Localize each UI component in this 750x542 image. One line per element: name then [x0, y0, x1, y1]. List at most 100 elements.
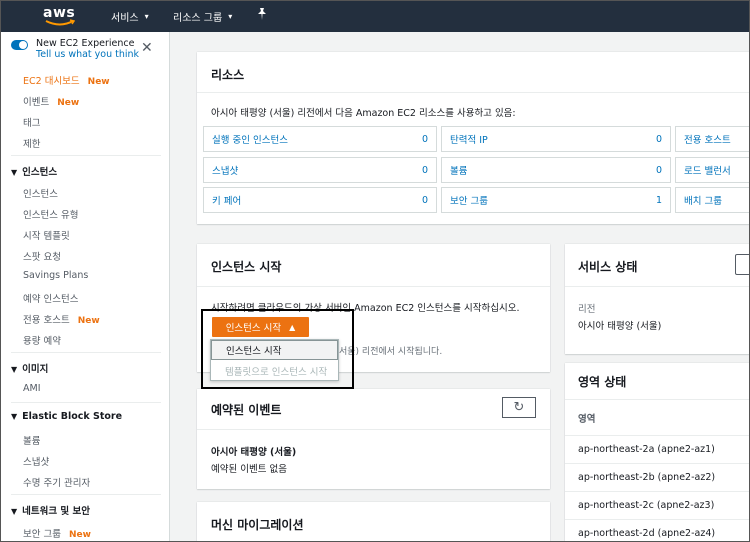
- resource-count: 0: [655, 133, 662, 145]
- resource-dedicated-hosts[interactable]: 전용 호스트: [675, 126, 749, 152]
- table-row: ap-northeast-2a (apne2-az1): [565, 435, 749, 463]
- zone-name: ap-northeast-2a (apne2-az1): [578, 444, 715, 455]
- zone-name: ap-northeast-2d (apne2-az4): [578, 528, 716, 539]
- resource-label: 실행 중인 인스턴스: [212, 135, 288, 146]
- close-icon[interactable]: ✕: [141, 40, 153, 56]
- resource-label: 로드 밸런서: [684, 166, 731, 177]
- sidebar-item-snapshots[interactable]: 스냅샷: [23, 454, 49, 468]
- zone-status-title: 영역 상태: [578, 375, 627, 389]
- sidebar-item-label: AMI: [23, 383, 41, 394]
- sidebar-item-tags[interactable]: 태그: [23, 115, 40, 129]
- resource-key-pairs[interactable]: 키 페어 0: [203, 187, 437, 213]
- resource-groups-menu[interactable]: 리소스 그룹 ▾: [173, 9, 232, 24]
- region-label: 리전: [578, 304, 596, 315]
- divider: [565, 399, 749, 400]
- sidebar-item-label: 수명 주기 관리자: [23, 478, 91, 489]
- sidebar: New EC2 Experience Tell us what you thin…: [1, 32, 170, 541]
- resource-volumes[interactable]: 볼륨 0: [441, 157, 671, 183]
- resources-description: 아시아 태평양 (서울) 리전에서 다음 Amazon EC2 리소스를 사용하…: [211, 108, 516, 119]
- resource-count: 0: [655, 164, 662, 176]
- table-row: ap-northeast-2c (apne2-az3): [565, 491, 749, 519]
- resource-label: 보안 그룹: [450, 196, 488, 207]
- divider: [11, 494, 161, 495]
- app-window: aws 서비스 ▾ 리소스 그룹 ▾ New EC2 Experience Te…: [0, 0, 750, 542]
- migration-title: 머신 마이그레이션: [211, 518, 304, 532]
- sidebar-item-instances[interactable]: 인스턴스: [23, 186, 58, 200]
- sidebar-item-ec2-dashboard[interactable]: EC2 대시보드 New: [23, 73, 110, 87]
- feedback-link[interactable]: Tell us what you think: [36, 49, 139, 60]
- sidebar-item-label: 용량 예약: [23, 336, 61, 347]
- sidebar-section-ebs[interactable]: ▼ Elastic Block Store: [11, 411, 122, 422]
- divider: [11, 155, 161, 156]
- sidebar-section-network-security[interactable]: ▼ 네트워크 및 보안: [11, 503, 90, 517]
- resource-label: 탄력적 IP: [450, 135, 488, 146]
- resource-load-balancers[interactable]: 로드 밸런서: [675, 157, 749, 183]
- resource-count: 0: [421, 133, 428, 145]
- services-menu[interactable]: 서비스 ▾: [111, 9, 149, 24]
- sidebar-item-label: 이벤트: [23, 97, 50, 108]
- new-badge: New: [57, 98, 80, 108]
- refresh-button[interactable]: ↻: [502, 397, 536, 418]
- sidebar-item-label: 보안 그룹: [23, 529, 61, 540]
- sidebar-item-label: EC2 대시보드: [23, 76, 80, 87]
- divider: [11, 352, 161, 353]
- divider: [197, 286, 550, 287]
- events-none: 예약된 이벤트 없음: [211, 464, 287, 475]
- new-experience-toggle-row: New EC2 Experience Tell us what you thin…: [11, 38, 139, 60]
- table-row: ap-northeast-2b (apne2-az2): [565, 463, 749, 491]
- launch-title: 인스턴스 시작: [211, 260, 282, 274]
- aws-logo[interactable]: aws: [43, 5, 77, 27]
- resource-snapshots[interactable]: 스냅샷 0: [203, 157, 437, 183]
- divider: [197, 429, 550, 430]
- sidebar-item-volumes[interactable]: 볼륨: [23, 433, 40, 447]
- sidebar-item-limits[interactable]: 제한: [23, 136, 40, 150]
- sidebar-item-label: 볼륨: [23, 436, 41, 447]
- resource-count: 1: [655, 194, 662, 206]
- refresh-button[interactable]: [735, 254, 749, 275]
- divider: [565, 286, 749, 287]
- table-row: ap-northeast-2d (apne2-az4): [565, 519, 749, 541]
- sidebar-item-instance-types[interactable]: 인스턴스 유형: [23, 207, 78, 221]
- pin-icon[interactable]: [257, 8, 267, 23]
- sidebar-item-events[interactable]: 이벤트 New: [23, 94, 79, 108]
- sidebar-item-launch-templates[interactable]: 시작 템플릿: [23, 228, 70, 242]
- section-title: 인스턴스: [22, 167, 58, 178]
- resources-title: 리소스: [211, 68, 245, 82]
- resource-count: 0: [421, 194, 428, 206]
- zone-name: ap-northeast-2c (apne2-az3): [578, 500, 715, 511]
- resource-security-groups[interactable]: 보안 그룹 1: [441, 187, 671, 213]
- sidebar-item-security-groups[interactable]: 보안 그룹 New: [23, 526, 91, 540]
- divider: [197, 92, 749, 93]
- resource-placement-groups[interactable]: 배치 그룹: [675, 187, 749, 213]
- section-title: 네트워크 및 보안: [22, 506, 90, 517]
- sidebar-section-images[interactable]: ▼ 이미지: [11, 361, 48, 375]
- resource-count: 0: [421, 164, 428, 176]
- resource-running-instances[interactable]: 실행 중인 인스턴스 0: [203, 126, 437, 152]
- sidebar-item-reserved-instances[interactable]: 예약 인스턴스: [23, 291, 78, 305]
- sidebar-item-spot-requests[interactable]: 스팟 요청: [23, 249, 61, 263]
- sidebar-item-ami[interactable]: AMI: [23, 383, 41, 394]
- sidebar-item-label: 스팟 요청: [23, 252, 61, 263]
- sidebar-item-capacity-reservations[interactable]: 용량 예약: [23, 333, 61, 347]
- sidebar-item-lifecycle-manager[interactable]: 수명 주기 관리자: [23, 475, 90, 489]
- region-value: 아시아 태평양 (서울): [578, 321, 662, 332]
- highlight-box: [201, 309, 354, 389]
- service-health-card: 서비스 상태 리전 아시아 태평양 (서울): [565, 244, 749, 354]
- new-experience-toggle[interactable]: [11, 40, 28, 50]
- caret-down-icon: ▼: [11, 507, 18, 516]
- new-badge: New: [87, 77, 110, 87]
- sidebar-item-label: 스냅샷: [23, 457, 50, 468]
- chevron-down-icon: ▾: [144, 12, 149, 21]
- new-badge: New: [68, 530, 91, 540]
- resource-label: 스냅샷: [212, 166, 239, 177]
- sidebar-item-label: 인스턴스 유형: [23, 210, 79, 221]
- sidebar-item-savings-plans[interactable]: Savings Plans: [23, 270, 88, 281]
- sidebar-section-instances[interactable]: ▼ 인스턴스: [11, 164, 57, 178]
- scheduled-events-card: 예약된 이벤트 ↻ 아시아 태평양 (서울) 예약된 이벤트 없음: [197, 389, 550, 489]
- sidebar-item-label: Savings Plans: [23, 270, 89, 281]
- caret-down-icon: ▼: [11, 168, 18, 177]
- sidebar-item-dedicated-hosts[interactable]: 전용 호스트 New: [23, 312, 100, 326]
- launch-region-note: 서울) 리전에서 시작됩니다.: [339, 347, 443, 357]
- resource-elastic-ips[interactable]: 탄력적 IP 0: [441, 126, 671, 152]
- events-title: 예약된 이벤트: [211, 403, 282, 417]
